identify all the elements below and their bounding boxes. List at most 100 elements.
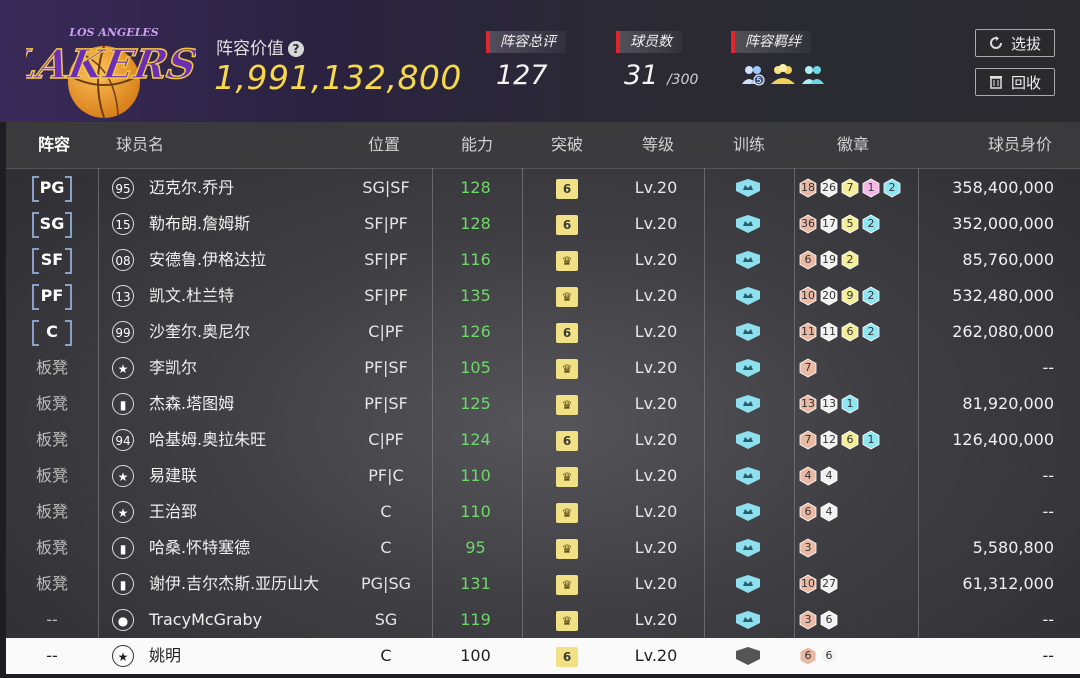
badge-silver[interactable]: 19	[819, 250, 839, 270]
badge-count: 10	[801, 577, 815, 590]
table-row[interactable]: PG 95 迈克尔.乔丹 SG|SF 128 Lv.20 358,400,000 6 18 26 7…	[6, 170, 1080, 206]
select-button[interactable]: 选拔	[975, 29, 1055, 57]
col-level[interactable]: 等级	[642, 122, 674, 168]
bond-icon-cyan[interactable]	[800, 62, 826, 86]
badge-count: 3	[804, 613, 812, 626]
badge-blue[interactable]: 2	[861, 286, 881, 306]
training-icon[interactable]	[735, 395, 761, 413]
badge-list: 18 26 7 1 2	[796, 170, 920, 206]
breakthrough-level: 6	[556, 215, 578, 235]
table-row[interactable]: PF 13 凯文.杜兰特 SF|PF 135 Lv.20 532,480,000 ♛ 10 20 9…	[6, 278, 1080, 314]
badge-bronze[interactable]: 11	[798, 322, 818, 342]
badge-silver[interactable]: 6	[819, 610, 839, 630]
col-training[interactable]: 训练	[733, 122, 765, 168]
badge-blue[interactable]: 2	[882, 178, 902, 198]
player-level: Lv.20	[634, 358, 678, 377]
badge-bronze[interactable]: 7	[798, 430, 818, 450]
player-ability: 110	[460, 502, 491, 521]
col-value[interactable]: 球员身价	[988, 122, 1052, 168]
badge-gold[interactable]: 7	[840, 178, 860, 198]
player-position: C	[380, 502, 392, 521]
training-icon[interactable]	[735, 287, 761, 305]
recycle-button[interactable]: 回收	[975, 68, 1055, 96]
col-breakthrough[interactable]: 突破	[551, 122, 583, 168]
table-row[interactable]: -- ★ 姚明 C 100 Lv.20 -- 6 6 6	[6, 638, 1080, 674]
badge-gold[interactable]: 6	[840, 322, 860, 342]
badge-bronze[interactable]: 36	[798, 214, 818, 234]
col-badges[interactable]: 徽章	[837, 122, 869, 168]
col-position[interactable]: 位置	[368, 122, 400, 168]
badge-blue[interactable]: 1	[840, 394, 860, 414]
badge-bronze[interactable]: 18	[798, 178, 818, 198]
help-icon[interactable]: ?	[288, 41, 304, 57]
bond-icon-group[interactable]: 5	[740, 62, 766, 86]
badge-bronze[interactable]: 6	[798, 646, 818, 666]
bond-icons[interactable]: 5	[740, 62, 826, 86]
badge-bronze[interactable]: 6	[798, 502, 818, 522]
crown-icon: ♛	[556, 287, 578, 307]
training-icon[interactable]	[735, 179, 761, 197]
training-icon[interactable]	[735, 503, 761, 521]
training-icon[interactable]	[735, 251, 761, 269]
badge-gold[interactable]: 2	[840, 250, 860, 270]
bond-icon-gold[interactable]	[770, 62, 796, 86]
lineup-slot: 板凳	[6, 530, 98, 566]
badge-pink[interactable]: 1	[861, 178, 881, 198]
training-icon[interactable]	[735, 539, 761, 557]
badge-gold[interactable]: 6	[840, 430, 860, 450]
training-icon[interactable]	[735, 359, 761, 377]
lineup-slot: 板凳	[6, 458, 98, 494]
badge-bronze[interactable]: 13	[798, 394, 818, 414]
badge-bronze[interactable]: 6	[798, 250, 818, 270]
badge-bronze[interactable]: 10	[798, 574, 818, 594]
table-row[interactable]: 板凳 ★ 王治郅 C 110 Lv.20 -- ♛ 6 4	[6, 494, 1080, 530]
badge-silver[interactable]: 26	[819, 178, 839, 198]
col-lineup[interactable]: 阵容	[38, 122, 70, 168]
badge-blue[interactable]: 1	[861, 430, 881, 450]
table-row[interactable]: 板凳 ▮ 杰森.塔图姆 PF|SF 125 Lv.20 81,920,000 ♛ 13 13 1	[6, 386, 1080, 422]
badge-silver[interactable]: 4	[819, 502, 839, 522]
training-icon[interactable]	[735, 323, 761, 341]
training-icon[interactable]	[735, 647, 761, 665]
team-logo: LAKERS LOS ANGELES	[26, 26, 196, 119]
badge-bronze[interactable]: 3	[798, 610, 818, 630]
col-name[interactable]: 球员名	[116, 122, 164, 168]
badge-blue[interactable]: 2	[861, 322, 881, 342]
badge-silver[interactable]: 6	[819, 646, 839, 666]
col-ability[interactable]: 能力	[461, 122, 493, 168]
breakthrough-level: 6	[556, 179, 578, 199]
player-value: --	[1042, 358, 1054, 377]
badge-silver[interactable]: 20	[819, 286, 839, 306]
badge-bronze[interactable]: 4	[798, 466, 818, 486]
badge-count: 19	[822, 253, 836, 266]
table-row[interactable]: 板凳 ★ 李凯尔 PF|SF 105 Lv.20 -- ♛ 7	[6, 350, 1080, 386]
badge-bronze[interactable]: 7	[798, 358, 818, 378]
table-row[interactable]: 板凳 ▮ 哈桑.怀特塞德 C 95 Lv.20 5,580,800 ♛ 3	[6, 530, 1080, 566]
training-icon[interactable]	[735, 611, 761, 629]
badge-silver[interactable]: 4	[819, 466, 839, 486]
badge-silver[interactable]: 12	[819, 430, 839, 450]
badge-silver[interactable]: 17	[819, 214, 839, 234]
training-icon[interactable]	[735, 467, 761, 485]
table-row[interactable]: 板凳 94 哈基姆.奥拉朱旺 C|PF 124 Lv.20 126,400,000 6 7 12 6…	[6, 422, 1080, 458]
table-row[interactable]: 板凳 ▮ 谢伊.吉尔杰斯.亚历山大 PG|SG 131 Lv.20 61,312,000 ♛ 1…	[6, 566, 1080, 602]
player-ability: 110	[460, 466, 491, 485]
badge-silver[interactable]: 27	[819, 574, 839, 594]
badge-silver[interactable]: 13	[819, 394, 839, 414]
badge-bronze[interactable]: 3	[798, 538, 818, 558]
training-icon[interactable]	[735, 575, 761, 593]
table-row[interactable]: -- ● TracyMcGraby SG 119 Lv.20 -- ♛ 3 6	[6, 602, 1080, 638]
table-row[interactable]: 板凳 ★ 易建联 PF|C 110 Lv.20 -- ♛ 4 4	[6, 458, 1080, 494]
player-ability: 100	[460, 646, 491, 665]
badge-gold[interactable]: 9	[840, 286, 860, 306]
badge-gold[interactable]: 5	[840, 214, 860, 234]
table-row[interactable]: SF 08 安德鲁.伊格达拉 SF|PF 116 Lv.20 85,760,000 ♛ 6 19 2	[6, 242, 1080, 278]
badge-bronze[interactable]: 10	[798, 286, 818, 306]
badge-silver[interactable]: 11	[819, 322, 839, 342]
table-row[interactable]: SG 15 勒布朗.詹姆斯 SF|PF 128 Lv.20 352,000,000 6 36 17…	[6, 206, 1080, 242]
table-row[interactable]: C 99 沙奎尔.奥尼尔 C|PF 126 Lv.20 262,080,000 6 11 11 6 2	[6, 314, 1080, 350]
player-level: Lv.20	[634, 646, 678, 665]
training-icon[interactable]	[735, 215, 761, 233]
training-icon[interactable]	[735, 431, 761, 449]
badge-blue[interactable]: 2	[861, 214, 881, 234]
